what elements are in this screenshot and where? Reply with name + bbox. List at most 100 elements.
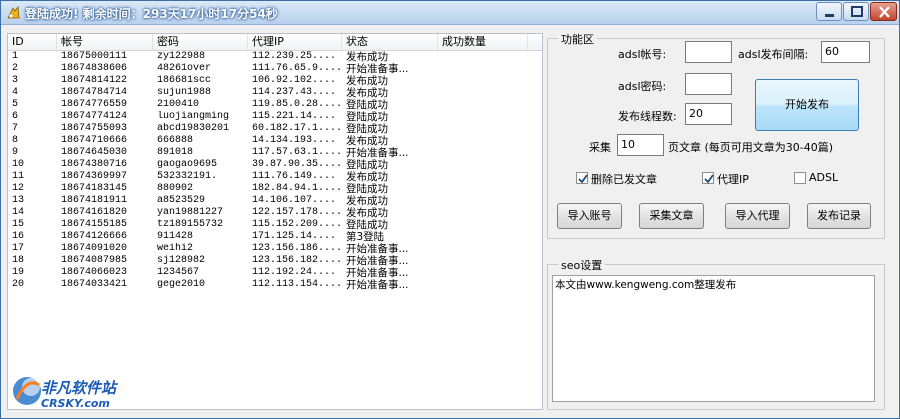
cell-account: 18674838606 xyxy=(61,63,128,74)
cell-id: 11 xyxy=(12,171,25,182)
cell-status: 开始准备事... xyxy=(346,243,409,255)
cell-password: 532332191. xyxy=(157,171,218,182)
close-button[interactable] xyxy=(870,2,897,21)
cell-password: 186681scc xyxy=(157,75,212,86)
checkmark-icon xyxy=(704,174,714,184)
threads-input[interactable]: 20 xyxy=(685,103,732,125)
table-row[interactable]: 4 18674784714 sujun1988 114.237.43.... 发布成功 xyxy=(8,87,542,99)
cell-id: 15 xyxy=(12,219,25,230)
column-header-password[interactable]: 密码 xyxy=(153,34,248,50)
table-row[interactable]: 2 18674838606 48261over 111.76.65.9.... 开始准备… xyxy=(8,63,542,75)
cell-status: 发布成功 xyxy=(346,171,388,183)
minimize-button[interactable] xyxy=(816,2,842,21)
table-header: ID 帐号 密码 代理IP 状态 成功数量 xyxy=(8,34,542,51)
watermark-sub: CRSKY.com xyxy=(41,397,110,410)
window-title: 登陆成功! 剩余时间：293天17小时17分54秒 xyxy=(25,7,278,21)
adsl-password-input[interactable] xyxy=(685,73,732,95)
cell-password: a8523529 xyxy=(157,195,206,206)
cell-password: gege2010 xyxy=(157,279,206,290)
cell-proxy: 119.85.0.28.... xyxy=(252,99,343,110)
proxy-ip-label[interactable]: 代理IP xyxy=(717,171,749,187)
cell-id: 17 xyxy=(12,243,25,254)
table-row[interactable]: 5 18674776559 2100410 119.85.0.28.... 登陆成功 xyxy=(8,99,542,111)
table-row[interactable]: 1 18675000111 zy122988 112.239.25.... 发布成功 xyxy=(8,51,542,63)
column-header-proxy[interactable]: 代理IP xyxy=(248,34,342,50)
table-row[interactable]: 12 18674183145 880902 182.84.94.1.... 登陆成功 xyxy=(8,183,542,195)
table-row[interactable]: 6 18674774124 luojiangming 115.221.14.... 登陆… xyxy=(8,111,542,123)
column-header-success-count[interactable]: 成功数量 xyxy=(438,34,528,50)
cell-status: 发布成功 xyxy=(346,51,388,63)
adsl-checkbox[interactable] xyxy=(794,172,806,184)
table-row[interactable]: 7 18674755093 abcd19830201 60.182.17.1.... 登… xyxy=(8,123,542,135)
collect-pages-input[interactable]: 10 xyxy=(617,134,664,156)
table-row[interactable]: 19 18674066023 1234567 112.192.24.... 开始准备事.… xyxy=(8,267,542,279)
cell-proxy: 182.84.94.1.... xyxy=(252,183,343,194)
cell-proxy: 123.156.182.... xyxy=(252,255,343,266)
cell-account: 18674755093 xyxy=(61,123,128,134)
proxy-ip-checkbox[interactable] xyxy=(702,172,714,184)
cell-password: 666888 xyxy=(157,135,194,146)
cell-status: 开始准备事... xyxy=(346,63,409,75)
cell-password: tz189155732 xyxy=(157,219,224,230)
table-row[interactable]: 16 18674126666 911428 171.125.14.... 第3登陆 xyxy=(8,231,542,243)
cell-status: 开始准备事... xyxy=(346,267,409,279)
table-row[interactable]: 11 18674369997 532332191. 111.76.149.... 发布成… xyxy=(8,171,542,183)
cell-status: 登陆成功 xyxy=(346,219,388,231)
cell-account: 18674091020 xyxy=(61,243,128,254)
cell-password: 880902 xyxy=(157,183,194,194)
column-header-id[interactable]: ID xyxy=(8,34,57,50)
column-header-account[interactable]: 帐号 xyxy=(57,34,153,50)
table-row[interactable]: 8 18674710666 666888 14.134.193.... 发布成功 xyxy=(8,135,542,147)
account-table[interactable]: ID 帐号 密码 代理IP 状态 成功数量 1 18675000111 zy1229… xyxy=(7,33,543,410)
cell-status: 发布成功 xyxy=(346,207,388,219)
cell-status: 开始准备事... xyxy=(346,147,409,159)
cell-account: 18674033421 xyxy=(61,279,128,290)
cell-id: 3 xyxy=(12,75,19,86)
maximize-button[interactable] xyxy=(843,2,869,21)
collect-articles-button[interactable]: 采集文章 xyxy=(639,203,704,229)
table-row[interactable]: 9 18674645030 891018 117.57.63.1.... 开始准备事..… xyxy=(8,147,542,159)
cell-account: 18674776559 xyxy=(61,99,128,110)
cell-proxy: 112.192.24.... xyxy=(252,267,337,278)
cell-id: 2 xyxy=(12,63,19,74)
cell-password: 2100410 xyxy=(157,99,200,110)
cell-account: 18674155185 xyxy=(61,219,128,230)
table-row[interactable]: 17 18674091020 weihi2 123.156.186.... 开始准备事.… xyxy=(8,243,542,255)
cell-password: 911428 xyxy=(157,231,194,242)
adsl-account-input[interactable] xyxy=(685,41,732,63)
threads-label: 发布线程数: xyxy=(618,110,677,123)
import-accounts-button[interactable]: 导入账号 xyxy=(557,203,622,229)
cell-id: 1 xyxy=(12,51,19,62)
cell-account: 18675000111 xyxy=(61,51,128,62)
cell-status: 发布成功 xyxy=(346,87,388,99)
cell-status: 登陆成功 xyxy=(346,123,388,135)
start-publish-button[interactable]: 开始发布 xyxy=(755,79,859,131)
cell-password: gaogao9695 xyxy=(157,159,218,170)
table-row[interactable]: 13 18674181911 a8523529 14.106.107.... 发布成功 xyxy=(8,195,542,207)
title-bar[interactable]: 登陆成功! 剩余时间：293天17小时17分54秒 xyxy=(1,1,899,25)
table-row[interactable]: 20 18674033421 gege2010 112.113.154.... 开始准备… xyxy=(8,279,542,291)
adsl-checkbox-label[interactable]: ADSL xyxy=(809,171,838,184)
table-row[interactable]: 3 18674814122 186681scc 106.92.102.... 发布成功 xyxy=(8,75,542,87)
cell-account: 18674183145 xyxy=(61,183,128,194)
delete-published-checkbox[interactable] xyxy=(576,172,588,184)
publish-log-button[interactable]: 发布记录 xyxy=(807,203,871,229)
cell-proxy: 112.113.154.... xyxy=(252,279,343,290)
cell-status: 登陆成功 xyxy=(346,111,388,123)
table-row[interactable]: 18 18674087985 sj128982 123.156.182.... 开始准备… xyxy=(8,255,542,267)
cell-password: zy122988 xyxy=(157,51,206,62)
delete-published-label[interactable]: 删除已发文章 xyxy=(591,171,657,187)
seo-content-textarea[interactable]: 本文由www.kengweng.com整理发布 xyxy=(552,275,875,402)
table-row[interactable]: 14 18674161820 yan19881227 122.157.178.... 发… xyxy=(8,207,542,219)
import-proxy-button[interactable]: 导入代理 xyxy=(725,203,790,229)
table-row[interactable]: 10 18674380716 gaogao9695 39.87.90.35.... 登陆… xyxy=(8,159,542,171)
cell-account: 18674126666 xyxy=(61,231,128,242)
cell-proxy: 122.157.178.... xyxy=(252,207,343,218)
maximize-icon xyxy=(851,6,863,17)
cell-password: abcd19830201 xyxy=(157,123,230,134)
cell-id: 12 xyxy=(12,183,25,194)
adsl-interval-input[interactable]: 60 xyxy=(821,41,870,63)
column-header-status[interactable]: 状态 xyxy=(342,34,438,50)
cell-status: 发布成功 xyxy=(346,75,388,87)
table-row[interactable]: 15 18674155185 tz189155732 115.152.209.... 登… xyxy=(8,219,542,231)
